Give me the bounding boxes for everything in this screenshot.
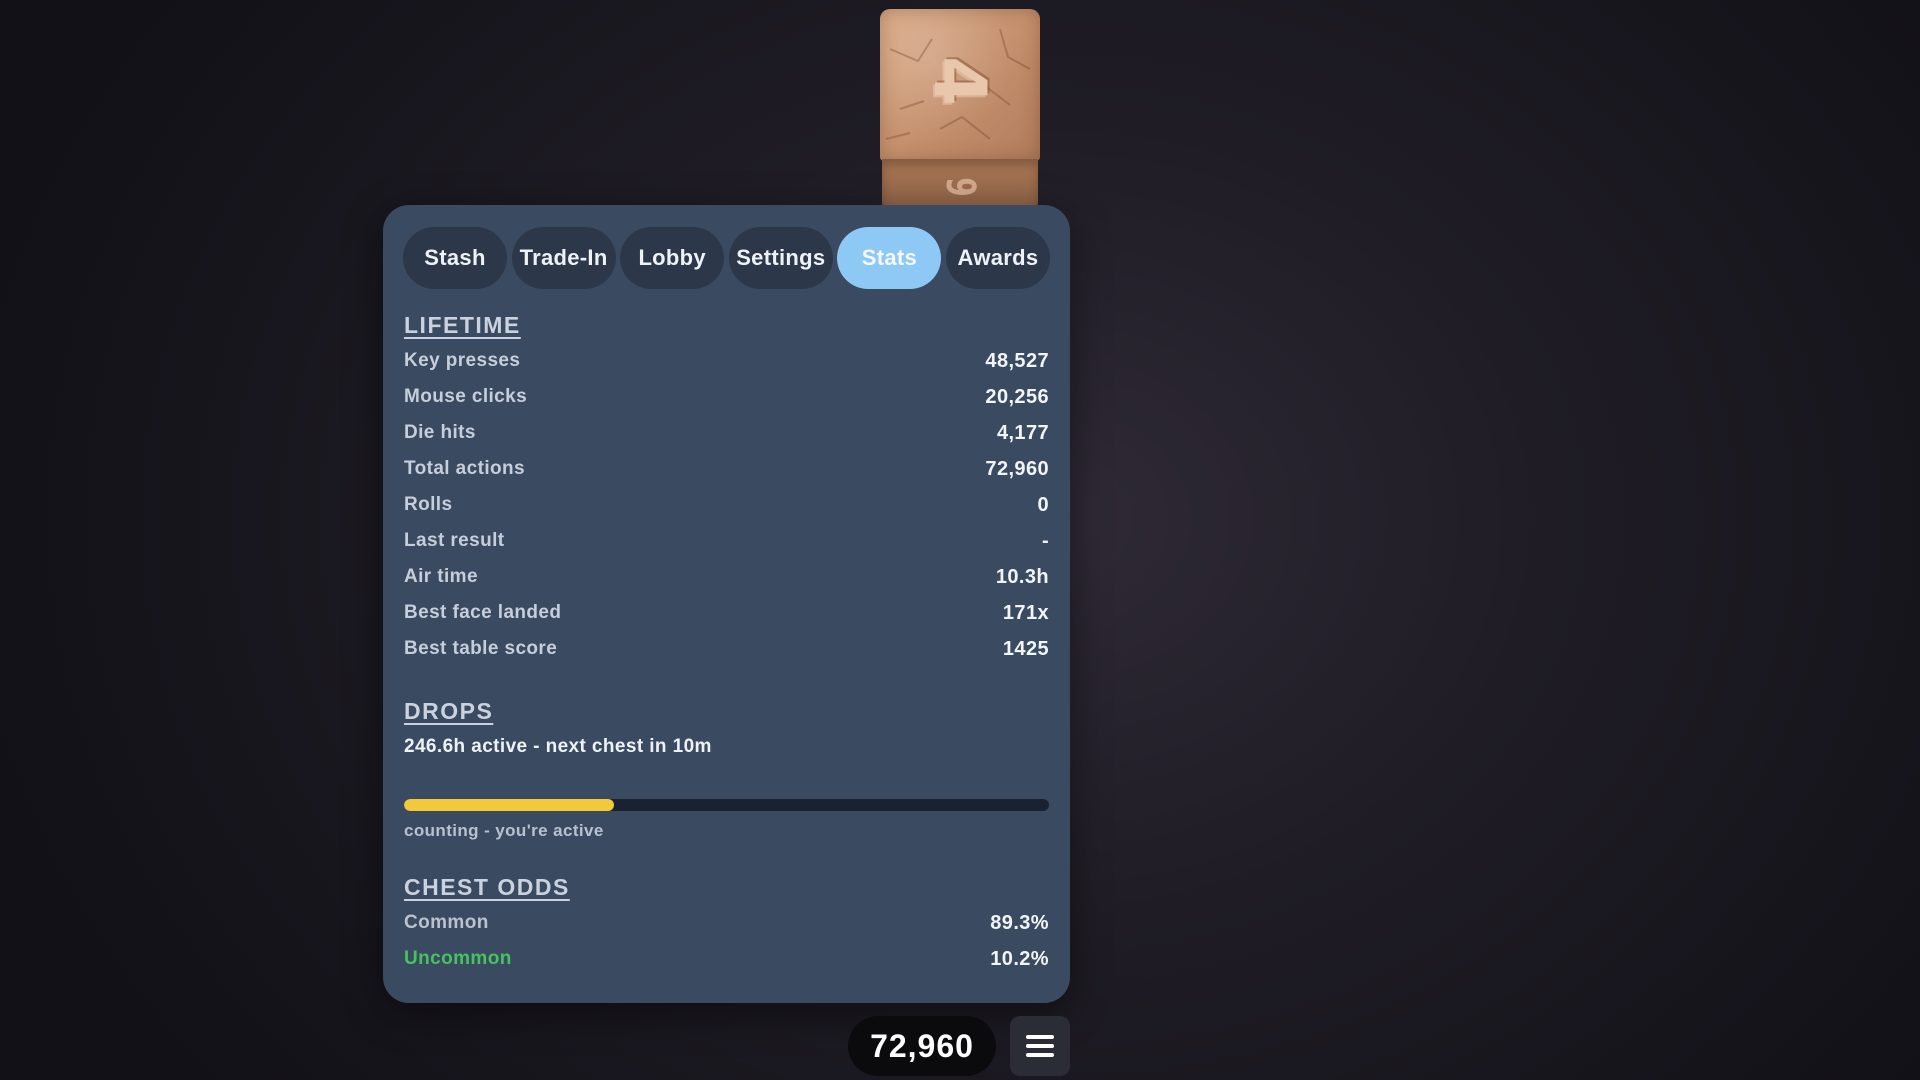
stat-row: Total actions 72,960: [404, 451, 1049, 487]
die-top-number: 4: [918, 55, 1002, 107]
stat-row: Air time 10.3h: [404, 559, 1049, 595]
stat-value: 171x: [1002, 601, 1049, 624]
odds-label: Uncommon: [404, 948, 512, 969]
chest-progress-fill: [404, 799, 614, 811]
stats-content[interactable]: LIFETIME Key presses 48,527 Mouse clicks 20…: [404, 307, 1049, 1003]
drops-title: DROPS: [404, 698, 494, 724]
tab-stash[interactable]: Stash: [403, 227, 507, 289]
stat-label: Last result: [404, 530, 505, 551]
stat-value: 72,960: [985, 457, 1049, 480]
stat-value: 1425: [1002, 637, 1049, 660]
tab-trade-in[interactable]: Trade-In: [511, 227, 616, 289]
die-top-face: 4: [880, 9, 1040, 161]
odds-row: Uncommon 10.2%: [404, 941, 1049, 977]
die[interactable]: 4 9: [880, 9, 1040, 214]
stat-label: Best table score: [404, 638, 558, 659]
stat-row: Best face landed 171x: [404, 595, 1049, 631]
stat-label: Best face landed: [404, 602, 562, 623]
stat-row: Key presses 48,527: [404, 343, 1049, 379]
tab-lobby[interactable]: Lobby: [620, 227, 725, 289]
chest-progress-bar: [404, 799, 1049, 811]
odds-value: 10.2%: [990, 947, 1049, 970]
stat-value: 0: [1037, 493, 1049, 516]
stat-row: Rolls 0: [404, 487, 1049, 523]
stat-value: 48,527: [985, 349, 1049, 372]
stat-label: Air time: [404, 566, 478, 587]
menu-panel: Stash Trade-In Lobby Settings Stats Awards LI…: [383, 205, 1070, 1003]
stat-label: Key presses: [404, 350, 521, 371]
lifetime-list: Key presses 48,527 Mouse clicks 20,256 Die h…: [404, 343, 1049, 667]
lifetime-title: LIFETIME: [404, 312, 521, 338]
stat-row: Mouse clicks 20,256: [404, 379, 1049, 415]
total-score: 72,960: [848, 1016, 996, 1076]
stat-label: Die hits: [404, 422, 476, 443]
odds-value: 89.3%: [990, 911, 1049, 934]
stat-value: -: [1041, 529, 1049, 552]
stat-row: Best table score 1425: [404, 631, 1049, 667]
tab-settings[interactable]: Settings: [728, 227, 833, 289]
stat-label: Rolls: [404, 494, 453, 515]
tab-awards[interactable]: Awards: [945, 227, 1050, 289]
stat-value: 20,256: [985, 385, 1049, 408]
stat-label: Mouse clicks: [404, 386, 528, 407]
tab-stats[interactable]: Stats: [837, 227, 942, 289]
hamburger-menu-icon: [1026, 1035, 1054, 1057]
stat-value: 10.3h: [995, 565, 1049, 588]
progress-caption: counting - you're active: [404, 821, 604, 840]
die-side-number: 9: [937, 177, 983, 197]
odds-row: Common 89.3%: [404, 905, 1049, 941]
tab-bar: Stash Trade-In Lobby Settings Stats Awards: [403, 227, 1050, 289]
menu-button[interactable]: [1010, 1016, 1070, 1076]
stat-value: 4,177: [996, 421, 1049, 444]
panel-bottom-clip: [383, 981, 1070, 1003]
odds-label: Common: [404, 912, 489, 933]
stat-label: Total actions: [404, 458, 525, 479]
chest-odds-title: CHEST ODDS: [404, 874, 570, 900]
drops-status: 246.6h active - next chest in 10m: [404, 736, 712, 757]
stat-row: Last result -: [404, 523, 1049, 559]
stat-row: Die hits 4,177: [404, 415, 1049, 451]
